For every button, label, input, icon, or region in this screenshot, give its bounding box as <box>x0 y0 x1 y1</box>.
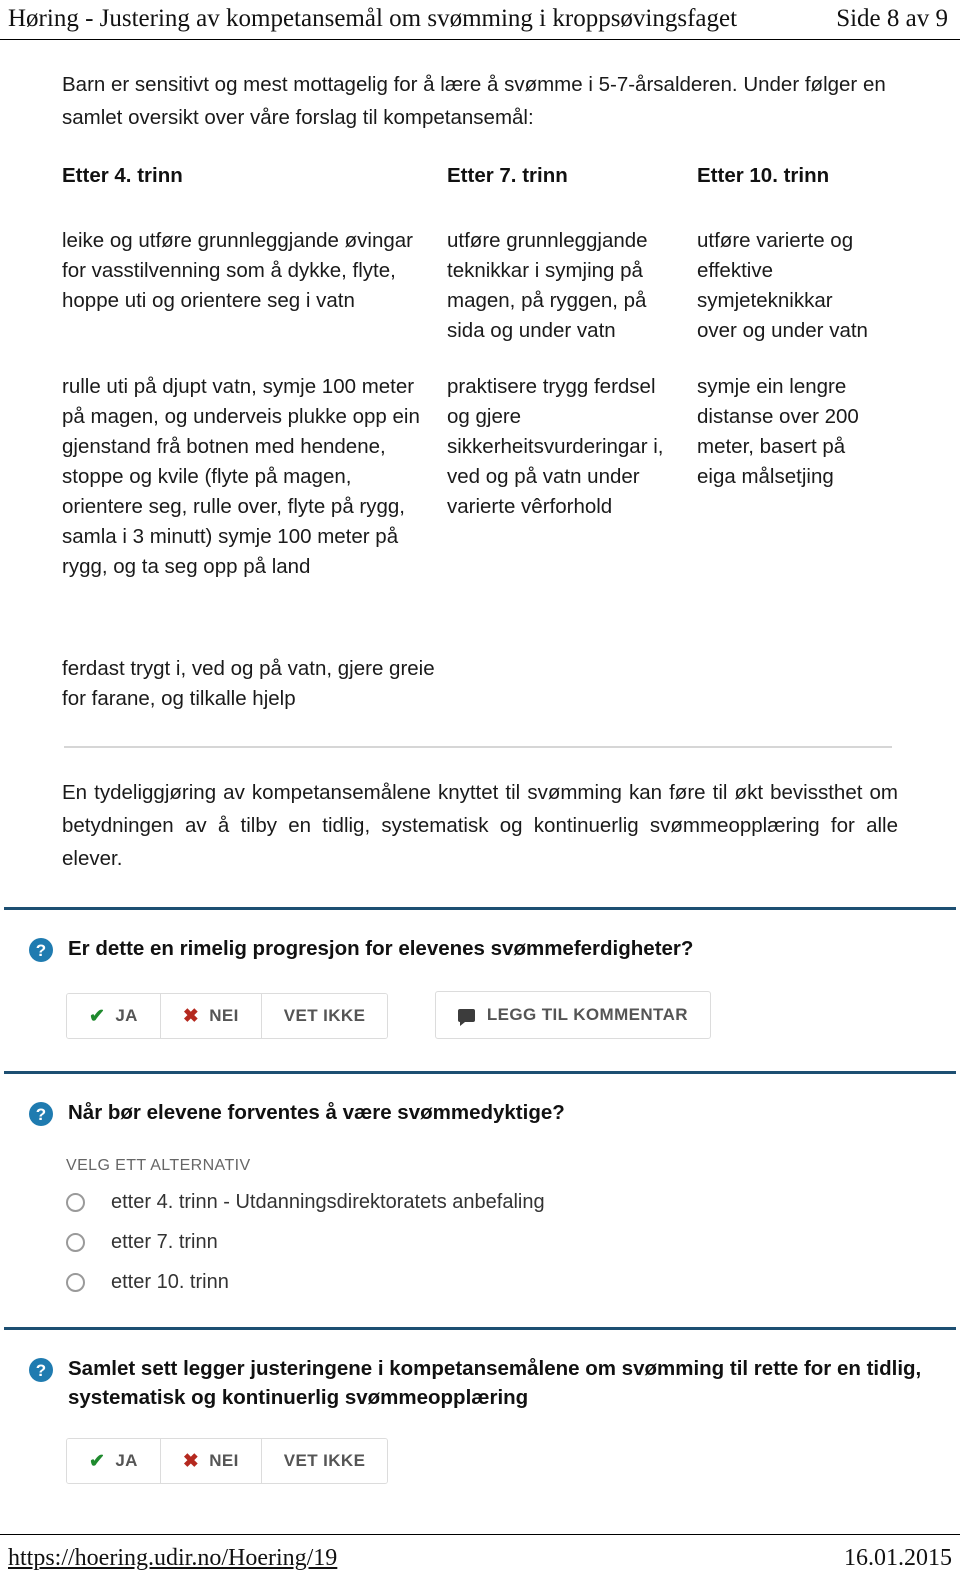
question-3-no-button[interactable]: ✖ NEI <box>160 1439 262 1483</box>
question-3-dontknow-button[interactable]: VET IKKE <box>261 1439 388 1483</box>
radio-button-icon[interactable] <box>66 1232 85 1252</box>
pdf-header-page-number: Side 8 av 9 <box>836 5 948 32</box>
page-content: Barn er sensitivt og mest mottagelig for… <box>0 44 960 1532</box>
radio-button-icon[interactable] <box>66 1192 85 1212</box>
question-1-yes-button[interactable]: ✔ JA <box>67 994 161 1038</box>
svg-text:?: ? <box>36 1105 46 1124</box>
goals-table-header-row: Etter 4. trinn Etter 7. trinn Etter 10. … <box>62 164 898 188</box>
goal-cell-grade10-1: utføre varierte og effektive symjeteknik… <box>697 229 868 342</box>
intro-paragraph: Barn er sensitivt og mest mottagelig for… <box>62 73 886 129</box>
pdf-page-header: Høring - Justering av kompetansemål om s… <box>0 0 960 40</box>
question-mark-icon: ? <box>28 1101 54 1127</box>
question-2-option-2[interactable]: etter 7. trinn <box>66 1229 936 1255</box>
question-2-select-label: VELG ETT ALTERNATIV <box>66 1157 251 1174</box>
footer-date: 16.01.2015 <box>844 1545 952 1571</box>
column-header-grade7: Etter 7. trinn <box>447 164 568 187</box>
question-3-dontknow-label: VET IKKE <box>283 1451 366 1470</box>
goal-cell-grade4-2: rulle uti på djupt vatn, symje 100 meter… <box>62 375 420 578</box>
goals-table-body: leike og utføre grunnleggjande øvingar f… <box>62 226 898 582</box>
question-2-radio-group[interactable]: etter 4. trinn - Utdanningsdirektoratets… <box>66 1189 936 1295</box>
question-2-option-2-label: etter 7. trinn <box>111 1231 218 1253</box>
goal-cell-grade4-3: ferdast trygt i, ved og på vatn, gjere g… <box>62 657 435 710</box>
check-icon: ✔ <box>89 1450 106 1472</box>
column-header-grade4: Etter 4. trinn <box>62 164 183 187</box>
goal-cell-grade10-2: symje ein lengre distanse over 200 meter… <box>697 375 859 488</box>
summary-paragraph: En tydeliggjøring av kompetansemålene kn… <box>62 781 898 870</box>
radio-button-icon[interactable] <box>66 1272 85 1292</box>
goals-table-divider <box>64 746 892 748</box>
table-row: rulle uti på djupt vatn, symje 100 meter… <box>62 372 898 582</box>
question-2-option-3[interactable]: etter 10. trinn <box>66 1269 936 1295</box>
question-1-add-comment-label: LEGG TIL KOMMENTAR <box>486 1005 688 1024</box>
competence-goals-table: Etter 4. trinn Etter 7. trinn Etter 10. … <box>62 164 898 748</box>
question-1-yes-label: JA <box>115 1006 138 1025</box>
speech-bubble-icon <box>457 1008 475 1026</box>
question-3-title: Samlet sett legger justeringene i kompet… <box>68 1357 922 1409</box>
question-block-3: ? Samlet sett legger justeringene i komp… <box>0 1354 960 1498</box>
question-2-option-1[interactable]: etter 4. trinn - Utdanningsdirektoratets… <box>66 1189 936 1215</box>
question-2-heading: ? Når bør elevene forventes å være svømm… <box>24 1098 936 1127</box>
question-3-heading: ? Samlet sett legger justeringene i komp… <box>24 1354 936 1412</box>
question-3-choice-group[interactable]: ✔ JA ✖ NEI VET IKKE <box>66 1438 389 1484</box>
section-divider-2 <box>4 1071 956 1074</box>
question-1-heading: ? Er dette en rimelig progresjon for ele… <box>24 934 936 963</box>
question-1-no-label: NEI <box>209 1006 239 1025</box>
question-block-1: ? Er dette en rimelig progresjon for ele… <box>0 934 960 1039</box>
question-mark-icon: ? <box>28 937 54 963</box>
question-mark-icon: ? <box>28 1357 54 1383</box>
question-1-add-comment-button[interactable]: LEGG TIL KOMMENTAR <box>434 991 711 1039</box>
section-divider-3 <box>4 1327 956 1330</box>
question-block-2: ? Når bør elevene forventes å være svømm… <box>0 1098 960 1295</box>
table-row: leike og utføre grunnleggjande øvingar f… <box>62 226 898 346</box>
question-2-title: Når bør elevene forventes å være svømmed… <box>68 1101 565 1124</box>
column-header-grade10: Etter 10. trinn <box>697 164 830 187</box>
cross-icon: ✖ <box>182 1005 200 1027</box>
question-1-dontknow-button[interactable]: VET IKKE <box>261 994 388 1038</box>
svg-text:?: ? <box>36 1361 46 1380</box>
question-3-no-label: NEI <box>209 1451 239 1470</box>
question-3-yes-button[interactable]: ✔ JA <box>67 1439 161 1483</box>
svg-text:?: ? <box>36 941 46 960</box>
question-2-option-3-label: etter 10. trinn <box>111 1271 229 1293</box>
section-divider-1 <box>4 907 956 910</box>
question-2-option-1-label: etter 4. trinn - Utdanningsdirektoratets… <box>111 1191 545 1213</box>
question-1-title: Er dette en rimelig progresjon for eleve… <box>68 937 694 960</box>
pdf-page-footer: https://hoering.udir.no/Hoering/19 16.01… <box>0 1534 960 1582</box>
goal-cell-grade7-1: utføre grunnleggjande teknikkar i symjin… <box>447 229 648 342</box>
goal-cell-grade7-2: praktisere trygg ferdsel og gjere sikker… <box>447 375 664 518</box>
question-1-dontknow-label: VET IKKE <box>283 1006 366 1025</box>
question-1-choice-group[interactable]: ✔ JA ✖ NEI VET IKKE <box>66 993 389 1039</box>
cross-icon: ✖ <box>182 1450 200 1472</box>
goal-cell-grade4-1: leike og utføre grunnleggjande øvingar f… <box>62 229 413 312</box>
question-3-yes-label: JA <box>115 1451 138 1470</box>
question-1-no-button[interactable]: ✖ NEI <box>160 994 262 1038</box>
footer-source-url[interactable]: https://hoering.udir.no/Hoering/19 <box>8 1543 337 1573</box>
pdf-header-title: Høring - Justering av kompetansemål om s… <box>8 5 738 32</box>
check-icon: ✔ <box>89 1005 106 1027</box>
